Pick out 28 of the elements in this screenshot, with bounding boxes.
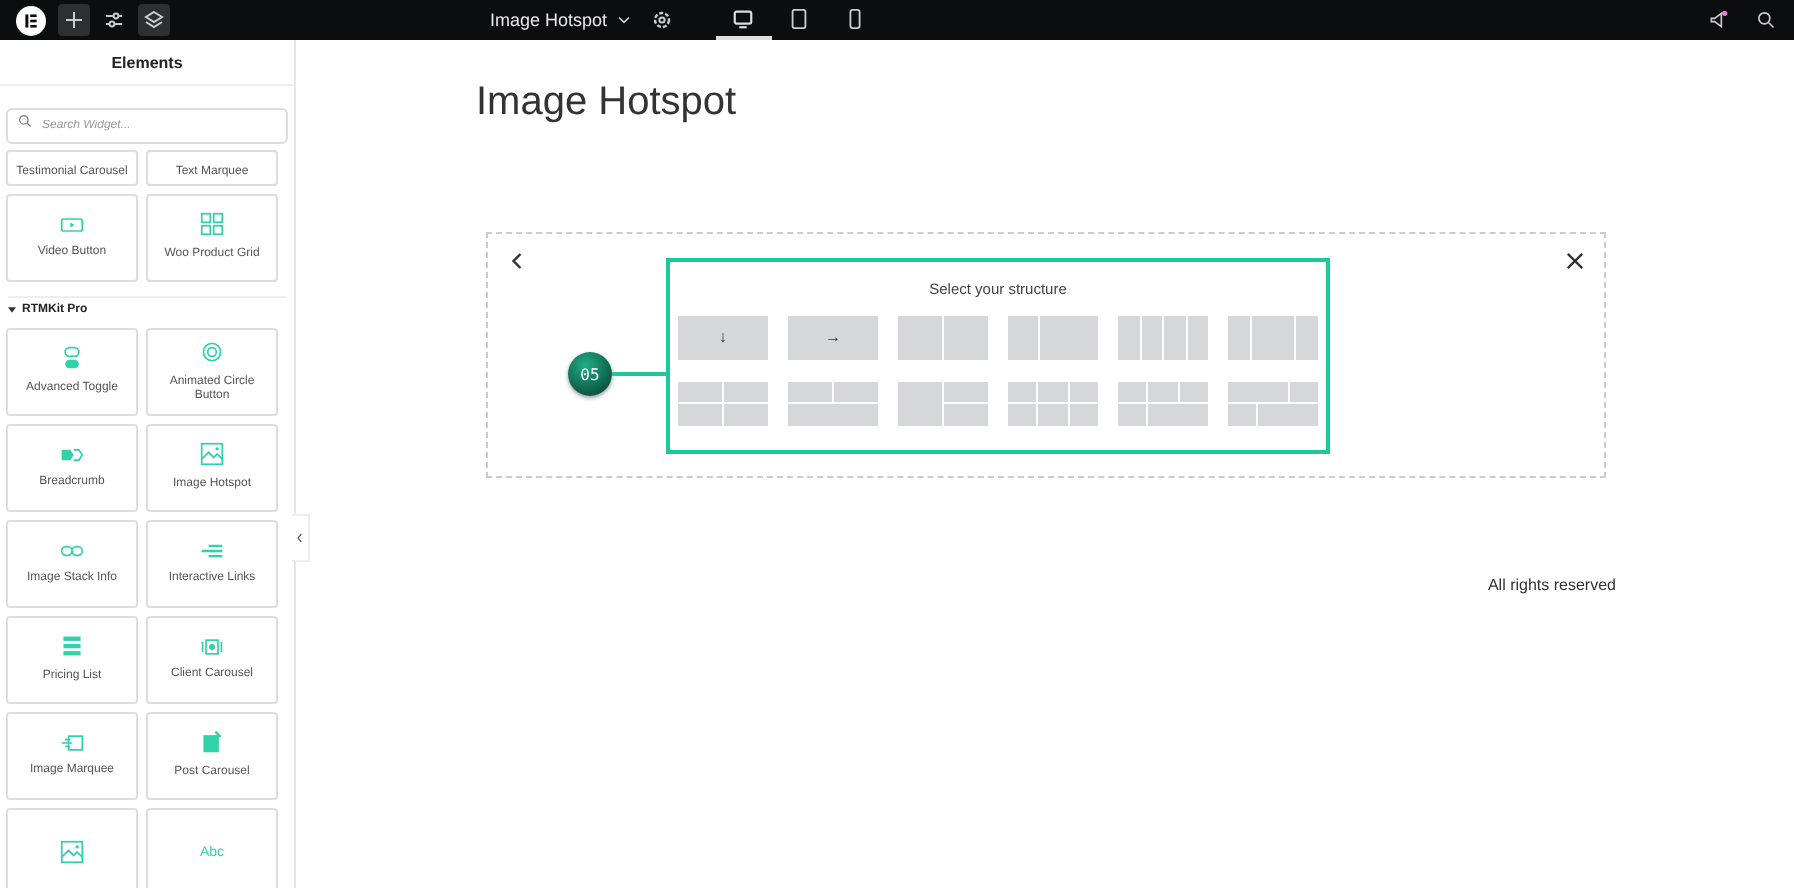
marquee-icon: [60, 733, 84, 752]
chain-icon: [60, 541, 84, 560]
caret-icon[interactable]: [615, 12, 632, 28]
page-heading: Image Hotspot: [476, 80, 739, 126]
breadcrumb-icon: [60, 445, 84, 464]
layout-preset[interactable]: →: [788, 315, 878, 359]
panel-title: Elements: [111, 53, 183, 71]
circle-icon: [200, 339, 224, 364]
grid-icon: [200, 212, 224, 237]
image-icon: [200, 442, 224, 467]
layers-icon[interactable]: [138, 4, 170, 36]
close-icon[interactable]: [1566, 252, 1584, 270]
post-icon: [200, 730, 224, 755]
video-icon: [60, 215, 84, 234]
add-icon[interactable]: [58, 4, 90, 36]
footer-text: All rights reserved: [1487, 576, 1616, 594]
collapse-handle[interactable]: [292, 514, 310, 562]
hotspot-marker[interactable]: 05: [568, 352, 612, 396]
settings-icon[interactable]: [651, 10, 672, 30]
layout-preset[interactable]: ↓: [678, 315, 768, 359]
list-icon: [60, 634, 84, 659]
logo-icon[interactable]: [16, 5, 46, 35]
expand-arrow-icon[interactable]: [8, 306, 16, 314]
toggle-icon: [60, 346, 84, 371]
image-icon: [60, 840, 84, 864]
links-icon: [200, 541, 224, 560]
carousel-icon: [200, 637, 224, 656]
page-title-dropdown[interactable]: Image Hotspot: [490, 10, 632, 30]
